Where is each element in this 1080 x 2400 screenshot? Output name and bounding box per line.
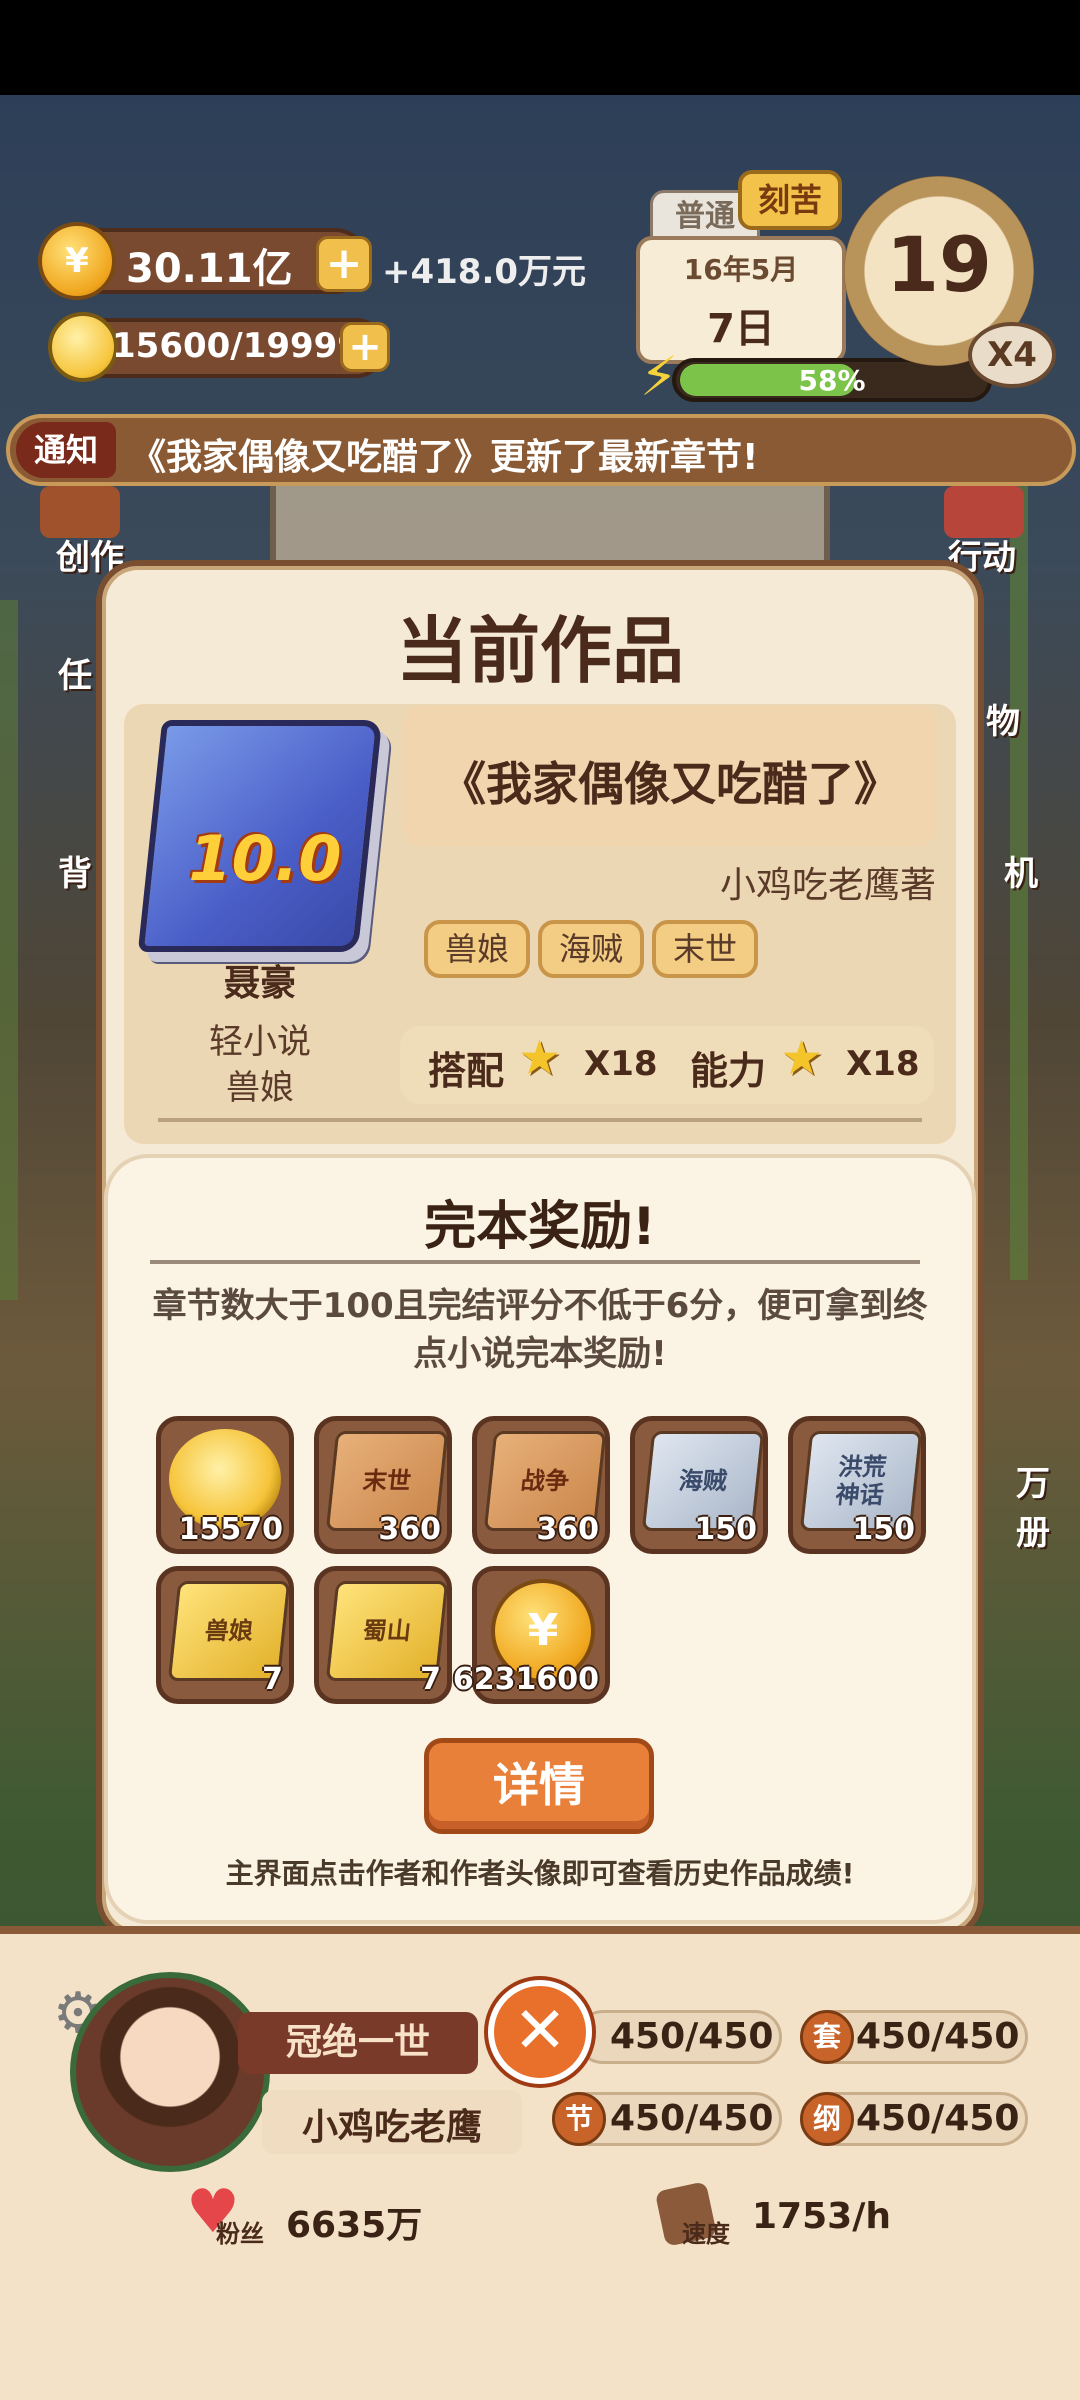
- star-icon: ★: [518, 1030, 562, 1086]
- fans-label: 粉丝: [216, 2220, 264, 2248]
- reward-slot[interactable]: 洪荒神话 150: [788, 1416, 926, 1554]
- reward-count: 150: [694, 1512, 757, 1547]
- reward-slot[interactable]: 末世 360: [314, 1416, 452, 1554]
- book-subgenre: 兽娘: [226, 1068, 294, 1108]
- speed-value: 1753/h: [752, 2196, 891, 2237]
- stat-value: 450/450: [610, 2098, 774, 2139]
- day-counter: 19: [886, 220, 992, 309]
- divider: [158, 1118, 922, 1122]
- stat-badge: 纲: [800, 2092, 854, 2146]
- speed-label: 速度: [682, 2220, 730, 2248]
- bamboo-decoration: [0, 600, 18, 1300]
- reward-slot[interactable]: 兽娘 7: [156, 1566, 294, 1704]
- lightbulb-icon: [48, 312, 118, 382]
- stat-badge: 套: [800, 2010, 854, 2064]
- author-rank: 冠绝一世: [238, 2012, 478, 2074]
- author-avatar[interactable]: [70, 1972, 270, 2172]
- reward-count: 7: [262, 1662, 283, 1697]
- add-money-button[interactable]: +: [316, 236, 372, 292]
- stat-value: 450/450: [610, 2016, 774, 2057]
- reward-hint: 主界面点击作者和作者头像即可查看历史作品成绩!: [225, 1857, 855, 1890]
- close-button[interactable]: ✕: [488, 1980, 592, 2084]
- stat-value: 450/450: [856, 2016, 1020, 2057]
- match-label: 搭配: [428, 1049, 505, 1093]
- modal-title: 当前作品: [395, 609, 684, 693]
- book-title: 《我家偶像又吃醋了》: [440, 757, 900, 811]
- ability-value: X18: [846, 1044, 920, 1084]
- day-progress-text: 58%: [798, 364, 866, 397]
- stat-badge: 节: [552, 2092, 606, 2146]
- reward-count: 360: [536, 1512, 599, 1547]
- reward-count: 15570: [178, 1512, 283, 1547]
- book-author: 小鸡吃老鹰著: [719, 865, 936, 906]
- add-energy-button[interactable]: +: [340, 322, 390, 372]
- side-menu-phone[interactable]: 机: [1004, 846, 1038, 895]
- stat-value: 450/450: [856, 2098, 1020, 2139]
- speed-multiplier-button[interactable]: X4: [968, 322, 1056, 388]
- book-score: 10.0: [188, 822, 342, 895]
- star-icon: ★: [780, 1030, 824, 1086]
- reward-title: 完本奖励!: [424, 1197, 656, 1257]
- reward-slot[interactable]: 海贼 150: [630, 1416, 768, 1554]
- ability-label: 能力: [690, 1049, 767, 1093]
- genre-tag: 海贼: [538, 920, 644, 978]
- book-grade: 聂豪: [223, 963, 296, 1004]
- money-amount: 30.11亿: [126, 246, 293, 292]
- coin-icon: ¥: [38, 222, 116, 300]
- reward-description: 章节数大于100且完结评分不低于6分，便可拿到终点小说完本奖励!: [152, 1286, 928, 1374]
- divider: [150, 1260, 920, 1264]
- reward-count: 7: [420, 1662, 441, 1697]
- genre-tag: 末世: [652, 920, 758, 978]
- details-button[interactable]: 详情: [424, 1738, 654, 1834]
- mode-tab-hard[interactable]: 刻苦: [738, 170, 842, 230]
- reward-slot[interactable]: ¥ 6231600: [453, 1566, 610, 1704]
- author-name[interactable]: 小鸡吃老鹰: [262, 2098, 522, 2150]
- status-bar: [0, 0, 1080, 95]
- reward-slot[interactable]: 蜀山 7: [314, 1566, 452, 1704]
- income-rate: +418.0万元: [382, 252, 587, 292]
- notice-text: 《我家偶像又吃醋了》更新了最新章节!: [130, 437, 759, 478]
- book-genre: 轻小说: [209, 1022, 311, 1062]
- lightning-bolt-icon[interactable]: ⚡: [632, 344, 686, 410]
- energy-amount: 15600/19999: [112, 326, 361, 366]
- side-menu-bag[interactable]: 背: [58, 846, 92, 895]
- side-menu-book[interactable]: 万册: [1016, 1456, 1080, 1554]
- date-month: 16年5月: [683, 253, 799, 286]
- reward-slot[interactable]: 战争 360: [472, 1416, 610, 1554]
- reward-slot[interactable]: 15570: [156, 1416, 294, 1554]
- fans-value: 6635万: [286, 2205, 423, 2246]
- reward-count: 360: [378, 1512, 441, 1547]
- notice-tag: 通知: [16, 422, 116, 478]
- reward-count: 6231600: [452, 1662, 599, 1697]
- side-menu-item[interactable]: 物: [986, 694, 1020, 743]
- side-menu-task[interactable]: 任: [58, 648, 92, 697]
- reward-count: 150: [852, 1512, 915, 1547]
- match-value: X18: [584, 1044, 658, 1084]
- genre-tag: 兽娘: [424, 920, 530, 978]
